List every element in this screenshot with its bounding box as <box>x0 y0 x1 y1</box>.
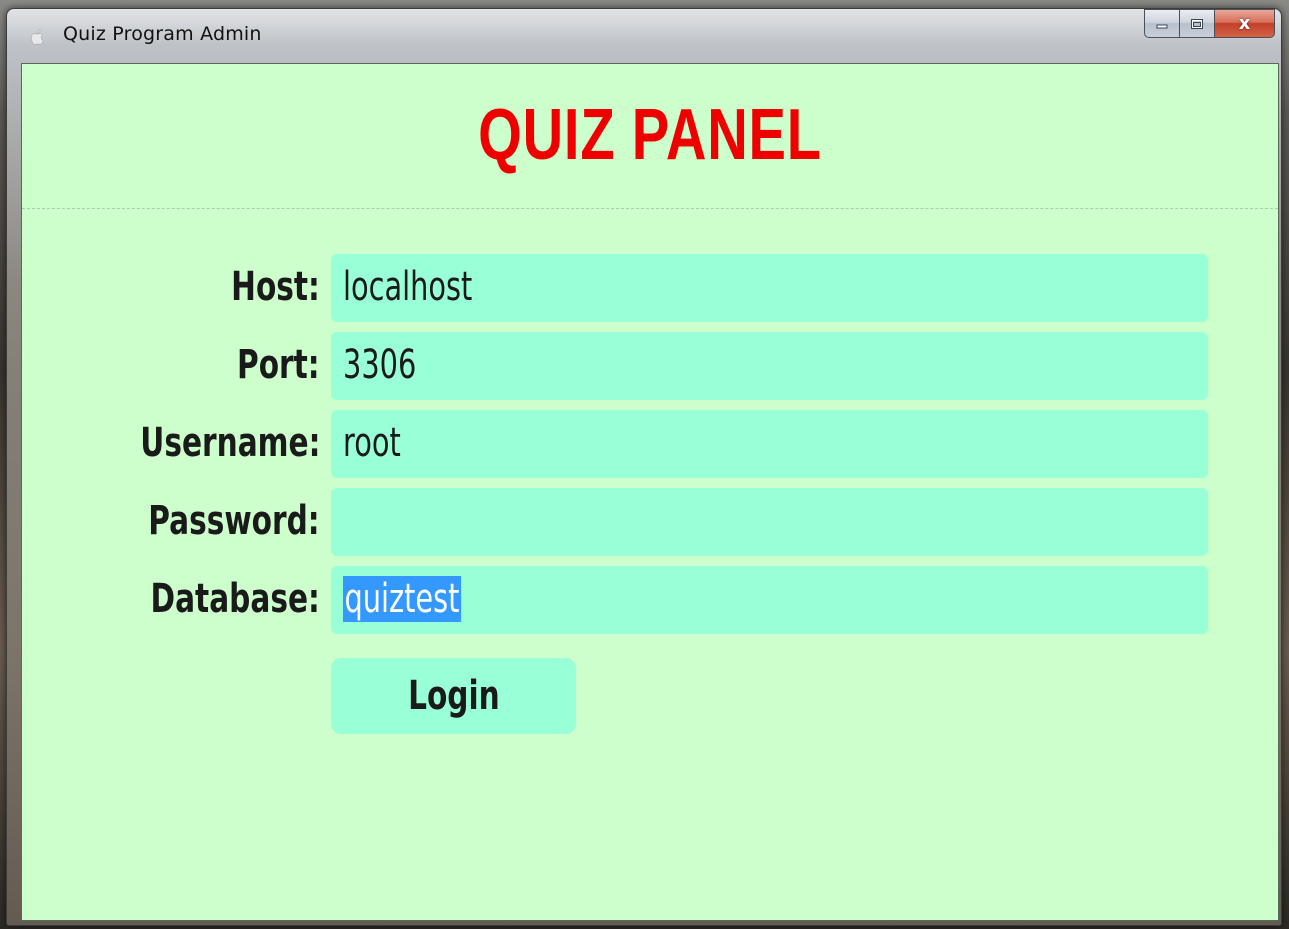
title-divider <box>22 208 1278 209</box>
app-window: Quiz Program Admin x QUIZ PANEL Host: lo… <box>6 8 1282 926</box>
host-row: Host: localhost <box>22 254 1278 322</box>
minimize-button[interactable] <box>1144 9 1180 38</box>
apple-icon[interactable] <box>29 28 47 46</box>
password-row: Password: <box>22 488 1278 556</box>
username-row: Username: root <box>22 410 1278 478</box>
host-input[interactable]: localhost <box>331 254 1208 322</box>
login-label: Login <box>407 673 500 719</box>
database-row: Database: quiztest <box>22 566 1278 634</box>
panel-title: QUIZ PANEL <box>478 95 822 175</box>
port-label: Port: <box>237 342 320 388</box>
quiz-panel: QUIZ PANEL Host: localhost Port: 3306 Us… <box>21 63 1279 921</box>
minimize-icon <box>1156 24 1168 28</box>
database-value: quiztest <box>343 576 461 622</box>
title-bar[interactable]: Quiz Program Admin x <box>7 9 1281 61</box>
username-label: Username: <box>139 420 320 466</box>
database-selection: quiztest <box>343 576 461 622</box>
username-input[interactable]: root <box>331 410 1208 478</box>
close-icon: x <box>1238 13 1251 34</box>
username-value: root <box>343 420 401 466</box>
port-input[interactable]: 3306 <box>331 332 1208 400</box>
password-input[interactable] <box>331 488 1208 556</box>
database-label: Database: <box>150 576 320 622</box>
maximize-icon <box>1191 18 1203 29</box>
database-input[interactable]: quiztest <box>331 566 1208 634</box>
login-button[interactable]: Login <box>331 658 576 734</box>
port-value: 3306 <box>343 342 417 388</box>
port-row: Port: 3306 <box>22 332 1278 400</box>
caption-buttons: x <box>1144 9 1275 39</box>
close-button[interactable]: x <box>1215 9 1275 38</box>
password-label: Password: <box>148 498 320 544</box>
host-value: localhost <box>343 264 473 310</box>
window-title: Quiz Program Admin <box>63 23 262 45</box>
maximize-button[interactable] <box>1180 9 1215 38</box>
host-label: Host: <box>231 264 320 310</box>
